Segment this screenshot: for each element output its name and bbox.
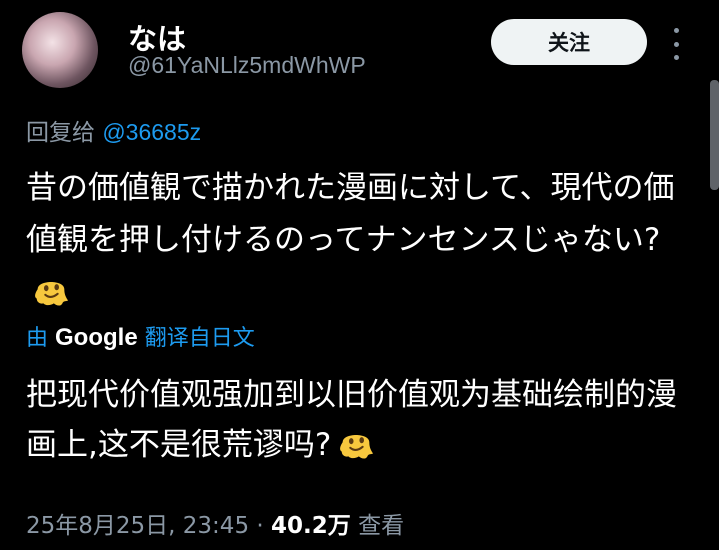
tweet-text: 昔の価値観で描かれた漫画に対して、現代の価値観を押し付けるのってナンセンスじゃな… (26, 162, 686, 318)
separator: · (256, 513, 264, 539)
translation-prefix: 由 (26, 326, 49, 351)
avatar[interactable] (22, 12, 98, 88)
translated-text: 把现代价值观强加到以旧价值观为基础绘制的漫画上,这不是很荒谬吗? (26, 370, 686, 470)
melting-face-emoji-icon (340, 434, 374, 459)
views-count: 40.2万 (271, 513, 351, 539)
reply-context: 回复给 @36685z (26, 113, 201, 147)
reply-mention-link[interactable]: @36685z (102, 119, 201, 145)
google-brand: Google (55, 324, 138, 351)
more-vertical-icon[interactable] (670, 28, 682, 60)
user-handle[interactable]: @61YaNLlz5mdWhWP (128, 52, 366, 79)
translation-suffix: 翻译自日文 (144, 326, 255, 351)
scrollbar[interactable] (710, 80, 719, 190)
tweet-body: 昔の価値観で描かれた漫画に対して、現代の価値観を押し付けるのってナンセンスじゃな… (26, 170, 675, 258)
tweet-meta: 25年8月25日, 23:45 · 40.2万 查看 (26, 506, 404, 540)
translation-attribution[interactable]: 由 Google 翻译自日文 (26, 320, 255, 352)
follow-button[interactable]: 关注 (491, 19, 647, 65)
timestamp[interactable]: 25年8月25日, 23:45 (26, 513, 249, 539)
melting-face-emoji-icon (35, 281, 69, 306)
views-label: 查看 (358, 513, 405, 539)
reply-prefix: 回复给 (26, 120, 95, 146)
